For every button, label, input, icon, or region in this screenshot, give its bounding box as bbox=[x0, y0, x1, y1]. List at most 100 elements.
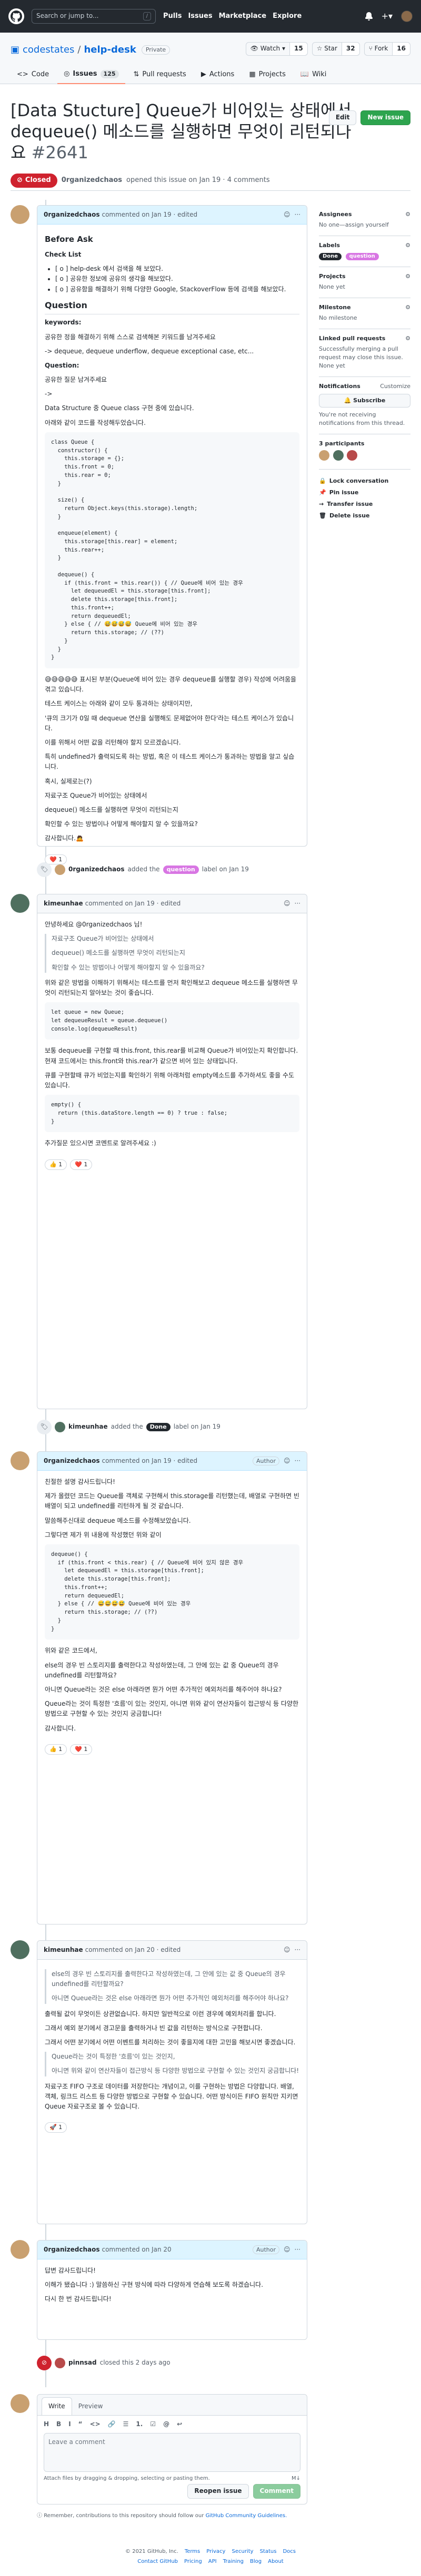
transfer-issue[interactable]: → Transfer issue bbox=[319, 500, 410, 508]
footer-link[interactable]: Docs bbox=[283, 2548, 296, 2556]
subscribe-button[interactable]: 🔔 Subscribe bbox=[319, 393, 410, 408]
reaction-thumbsup[interactable]: 👍 1 bbox=[45, 1159, 67, 1170]
avatar[interactable] bbox=[11, 1451, 29, 1470]
reaction-heart[interactable]: ❤️ 1 bbox=[70, 1159, 93, 1170]
label-done[interactable]: Done bbox=[146, 1423, 171, 1431]
add-reaction-icon[interactable]: ☺ bbox=[284, 1946, 290, 1954]
tab-preview[interactable]: Preview bbox=[72, 2398, 109, 2415]
comment-meta[interactable]: commented on Jan 20 · edited bbox=[85, 1946, 181, 1954]
nav-marketplace[interactable]: Marketplace bbox=[219, 12, 267, 22]
numbered-list-icon[interactable]: 1. bbox=[136, 2420, 143, 2429]
gear-icon[interactable]: ⚙ bbox=[405, 241, 410, 250]
italic-icon[interactable]: I bbox=[68, 2420, 71, 2429]
comment-textarea[interactable]: Leave a comment bbox=[44, 2433, 300, 2472]
community-guidelines-link[interactable]: GitHub Community Guidelines. bbox=[206, 2513, 287, 2519]
link-icon[interactable]: 🔗 bbox=[108, 2420, 116, 2429]
user-avatar[interactable] bbox=[401, 11, 413, 22]
footer-link[interactable]: Status bbox=[260, 2548, 277, 2556]
participant-avatar[interactable] bbox=[319, 450, 329, 461]
create-new-plus-icon[interactable]: +▾ bbox=[382, 10, 393, 22]
footer-link[interactable]: API bbox=[208, 2558, 217, 2566]
footer-link[interactable]: Security bbox=[232, 2548, 253, 2556]
comment-meta[interactable]: commented on Jan 20 bbox=[102, 2245, 171, 2254]
comment-meta[interactable]: commented on Jan 19 · edited bbox=[102, 210, 197, 219]
repo-owner-link[interactable]: codestates bbox=[23, 43, 74, 57]
tab-write[interactable]: Write bbox=[42, 2397, 72, 2415]
reaction-thumbsup[interactable]: 👍 1 bbox=[45, 1744, 67, 1755]
tab-projects[interactable]: ▦ Projects bbox=[243, 65, 292, 84]
watch-count[interactable]: 15 bbox=[289, 43, 307, 55]
kebab-menu-icon[interactable]: ··· bbox=[295, 2245, 300, 2254]
label-question[interactable]: question bbox=[163, 866, 199, 874]
quote-icon[interactable]: “ bbox=[78, 2420, 83, 2429]
participant-avatar[interactable] bbox=[347, 450, 357, 461]
delete-issue[interactable]: 🗑 Delete issue bbox=[319, 512, 410, 520]
nav-pulls[interactable]: Pulls bbox=[163, 12, 182, 22]
search-input[interactable]: Search or jump to... / bbox=[32, 9, 156, 24]
customize-link[interactable]: Customize bbox=[380, 382, 410, 391]
avatar[interactable] bbox=[11, 2240, 29, 2259]
reply-icon[interactable]: ↩ bbox=[177, 2420, 182, 2429]
tab-wiki[interactable]: 📖 Wiki bbox=[294, 65, 333, 84]
label-question[interactable]: question bbox=[345, 252, 379, 261]
tab-pull-requests[interactable]: ⇅ Pull requests bbox=[127, 65, 193, 84]
kebab-menu-icon[interactable]: ··· bbox=[295, 899, 300, 908]
kebab-menu-icon[interactable]: ··· bbox=[295, 1457, 300, 1465]
notifications-bell-icon[interactable] bbox=[365, 12, 373, 21]
tab-actions[interactable]: ▶ Actions bbox=[195, 65, 241, 84]
participant-avatar[interactable] bbox=[333, 450, 344, 461]
nav-explore[interactable]: Explore bbox=[273, 12, 302, 22]
gear-icon[interactable]: ⚙ bbox=[405, 334, 410, 343]
gear-icon[interactable]: ⚙ bbox=[405, 272, 410, 281]
footer-link[interactable]: Blog bbox=[250, 2558, 262, 2566]
reaction-rocket[interactable]: 🚀 1 bbox=[45, 2122, 67, 2133]
comment-meta[interactable]: commented on Jan 19 · edited bbox=[85, 899, 181, 908]
label-done[interactable]: Done bbox=[319, 252, 342, 261]
add-reaction-icon[interactable]: ☺ bbox=[284, 210, 290, 219]
fork-count[interactable]: 16 bbox=[392, 43, 410, 55]
tab-code[interactable]: <> Code bbox=[11, 65, 55, 84]
bold-icon[interactable]: B bbox=[56, 2420, 61, 2429]
comment-author[interactable]: kimeunhae bbox=[44, 899, 83, 908]
footer-link[interactable]: Pricing bbox=[184, 2558, 202, 2566]
user-avatar[interactable] bbox=[11, 2394, 29, 2413]
github-logo-icon[interactable] bbox=[8, 8, 24, 24]
footer-link[interactable]: Terms bbox=[185, 2548, 200, 2556]
event-actor[interactable]: 0rganizedchaos bbox=[68, 865, 124, 874]
assignees-value[interactable]: No one—assign yourself bbox=[319, 221, 410, 229]
avatar[interactable] bbox=[11, 894, 29, 913]
avatar[interactable] bbox=[55, 864, 65, 875]
event-actor[interactable]: pinnsad bbox=[68, 2358, 97, 2367]
bulleted-list-icon[interactable]: ☰ bbox=[123, 2420, 129, 2429]
heading-icon[interactable]: H bbox=[44, 2420, 49, 2429]
event-actor[interactable]: kimeunhae bbox=[68, 1422, 108, 1431]
footer-link[interactable]: Contact GitHub bbox=[137, 2558, 178, 2566]
task-list-icon[interactable]: ☑ bbox=[150, 2420, 156, 2429]
reopen-issue-button[interactable]: Reopen issue bbox=[187, 2484, 249, 2499]
footer-link[interactable]: About bbox=[268, 2558, 284, 2566]
comment-author[interactable]: 0rganizedchaos bbox=[44, 210, 99, 219]
pin-issue[interactable]: 📌 Pin issue bbox=[319, 488, 410, 497]
avatar[interactable] bbox=[55, 1422, 65, 1432]
code-icon[interactable]: <> bbox=[90, 2420, 101, 2429]
kebab-menu-icon[interactable]: ··· bbox=[295, 210, 300, 219]
comment-author[interactable]: 0rganizedchaos bbox=[44, 2245, 99, 2254]
tab-issues[interactable]: ◎ Issues 125 bbox=[57, 65, 125, 84]
comment-meta[interactable]: commented on Jan 19 · edited bbox=[102, 1457, 197, 1465]
mention-icon[interactable]: @ bbox=[163, 2420, 169, 2429]
nav-issues[interactable]: Issues bbox=[188, 12, 212, 22]
new-issue-button[interactable]: New issue bbox=[360, 110, 410, 125]
repo-name-link[interactable]: help-desk bbox=[84, 43, 136, 57]
comment-author[interactable]: 0rganizedchaos bbox=[44, 1457, 99, 1465]
gear-icon[interactable]: ⚙ bbox=[405, 303, 410, 312]
star-count[interactable]: 32 bbox=[341, 43, 359, 55]
kebab-menu-icon[interactable]: ··· bbox=[295, 1946, 300, 1954]
issue-author-link[interactable]: 0rganizedchaos bbox=[62, 176, 122, 186]
star-button[interactable]: ☆ Star 32 bbox=[312, 42, 360, 56]
edit-title-button[interactable]: Edit bbox=[328, 110, 357, 125]
comment-button[interactable]: Comment bbox=[253, 2484, 300, 2499]
reaction-heart[interactable]: ❤️ 1 bbox=[70, 1744, 93, 1755]
lock-conversation[interactable]: 🔒 Lock conversation bbox=[319, 477, 410, 485]
gear-icon[interactable]: ⚙ bbox=[405, 210, 410, 219]
add-reaction-icon[interactable]: ☺ bbox=[284, 1457, 290, 1465]
